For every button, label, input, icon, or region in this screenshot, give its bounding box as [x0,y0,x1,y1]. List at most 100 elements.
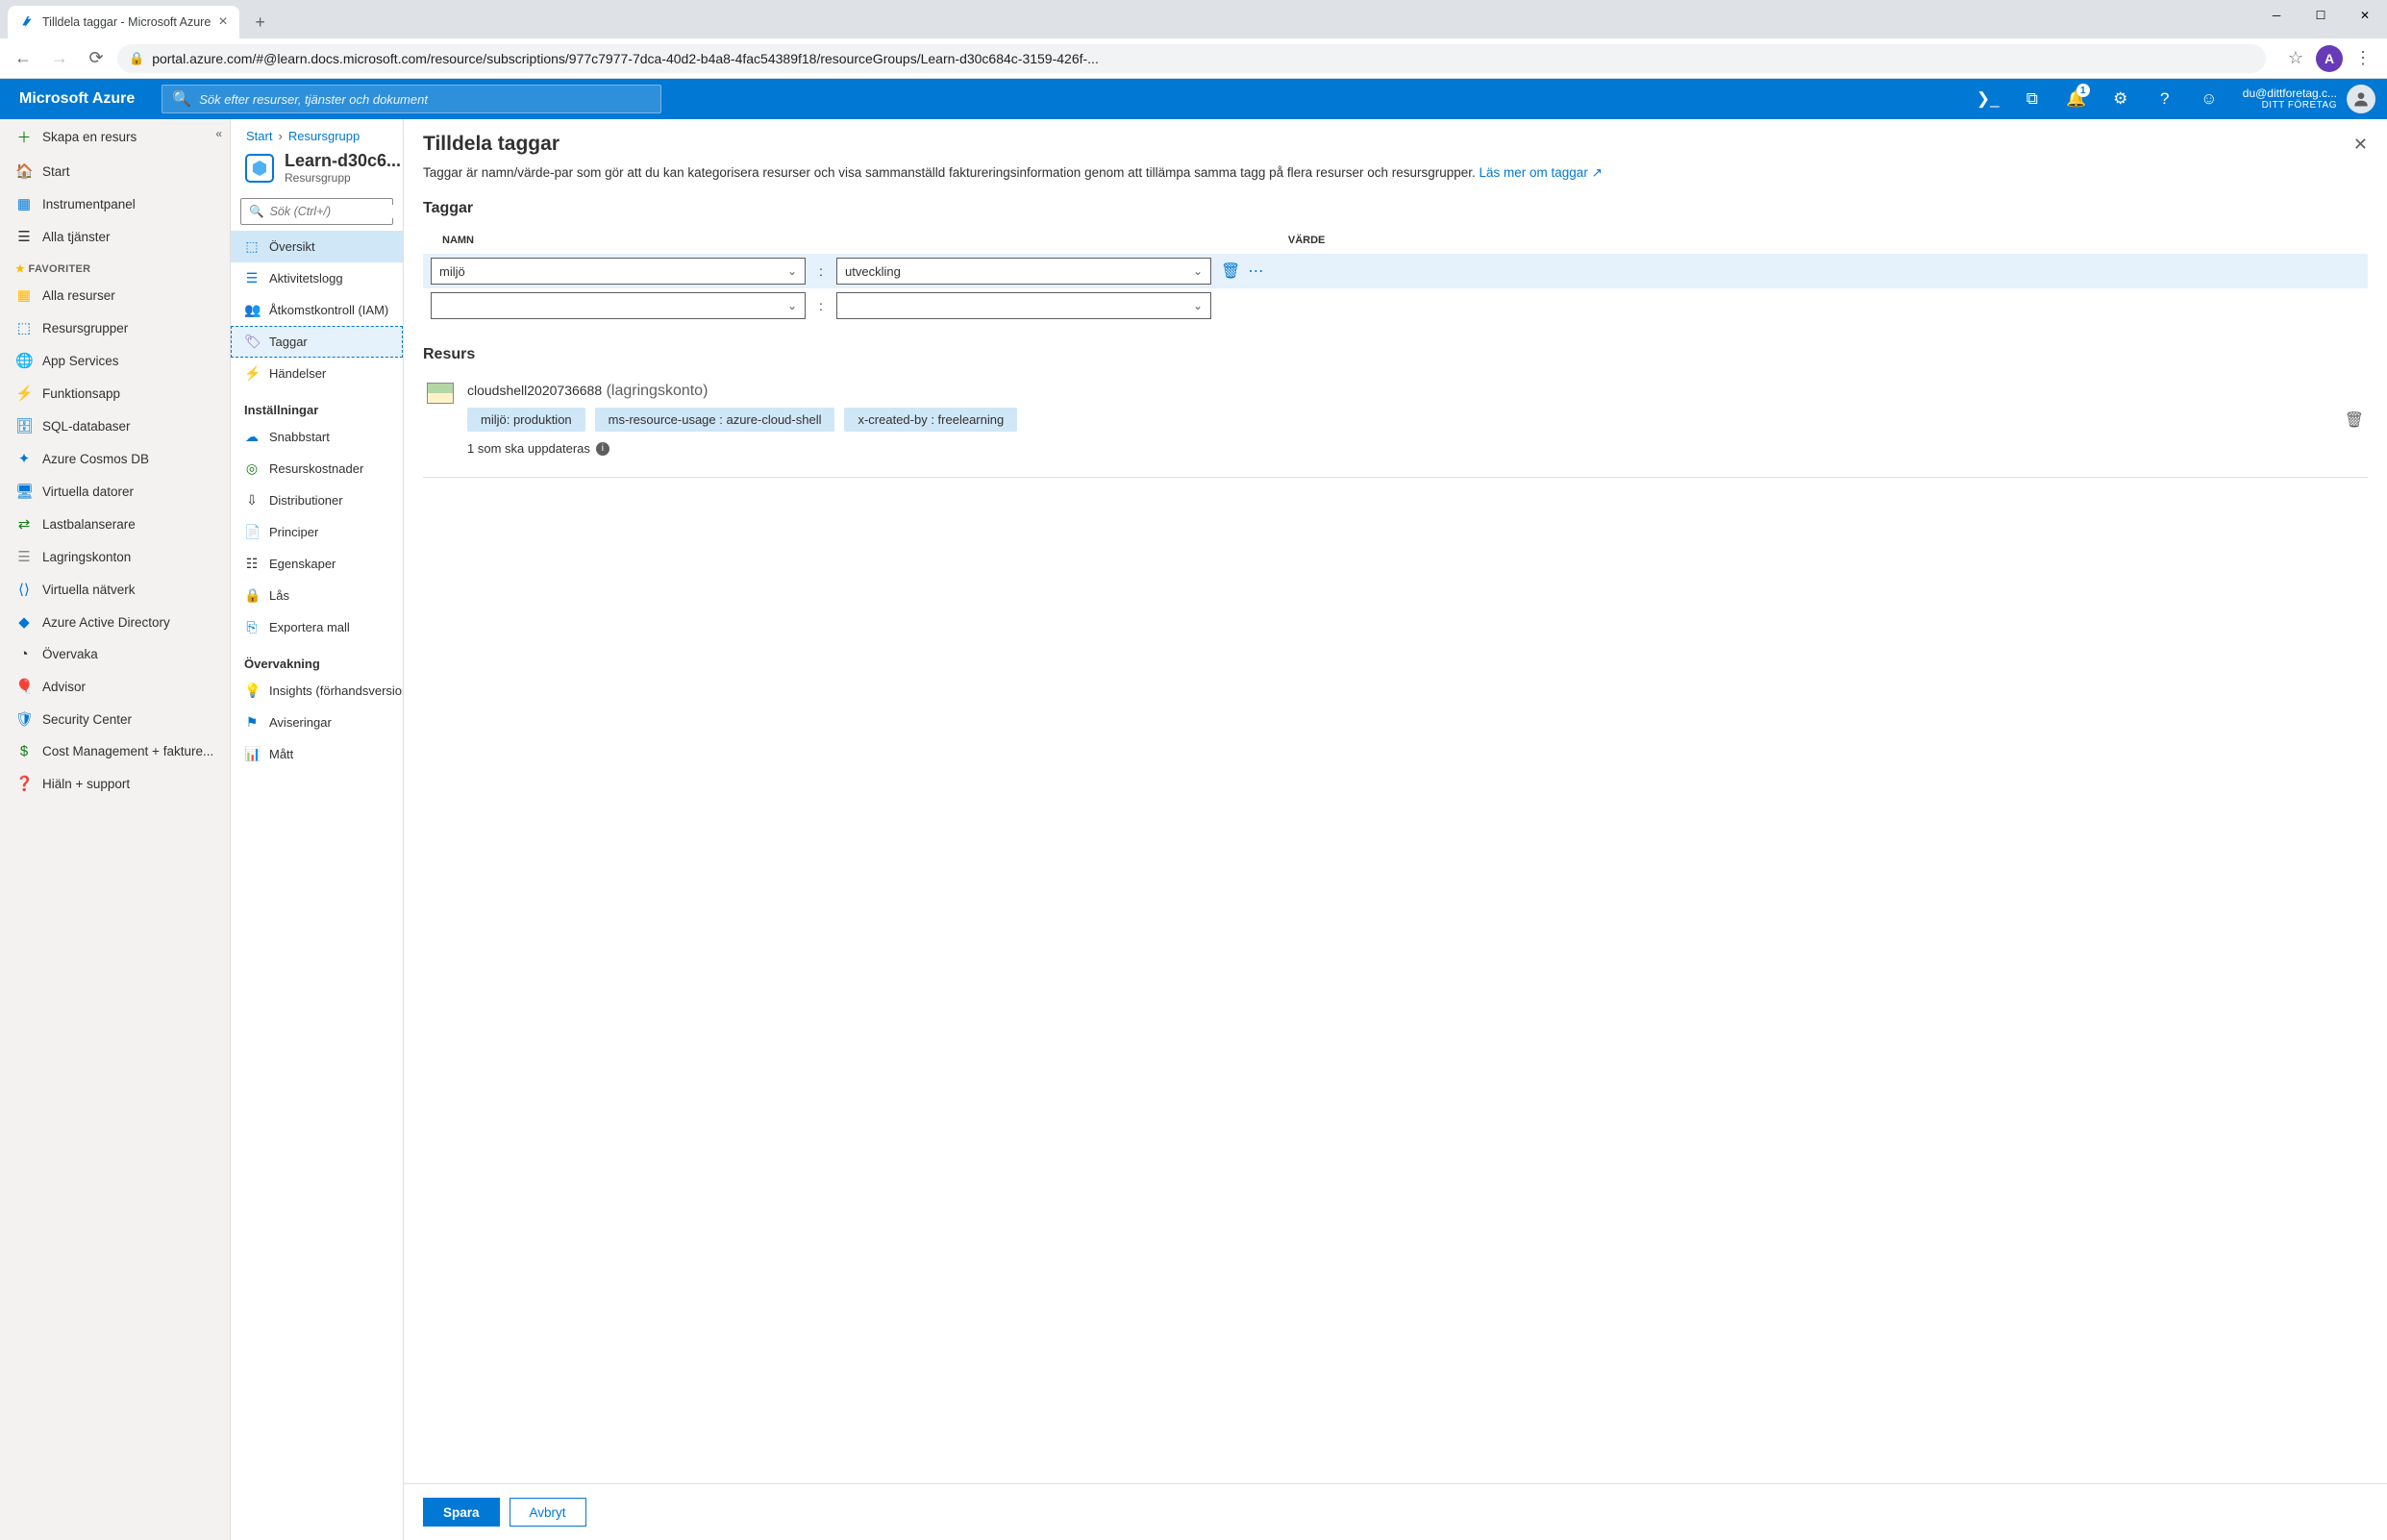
tab-close-icon[interactable]: × [218,13,227,31]
nav-virtual-networks[interactable]: ⟨⟩Virtuella nätverk [0,573,230,606]
remove-resource-icon[interactable]: 🗑 [2345,410,2364,430]
nav-monitor[interactable]: ◔Övervaka [0,638,230,670]
resource-menu-search-input[interactable] [270,205,404,218]
resource-menu-search[interactable]: 🔍 [240,198,393,225]
nav-home[interactable]: 🏠Start [0,155,230,187]
url-text: portal.azure.com/#@learn.docs.microsoft.… [152,51,1099,66]
breadcrumb-resourcegroup[interactable]: Resursgrupp [288,129,360,143]
tab-strip: Tilldela taggar - Microsoft Azure × + ─ … [0,0,2387,38]
menu-properties[interactable]: ☷Egenskaper [231,548,403,580]
chevron-down-icon: ⌄ [1193,299,1203,312]
browser-menu-icon[interactable]: ⋮ [2347,42,2379,75]
profile-avatar[interactable]: A [2316,45,2343,72]
account-menu[interactable]: du@dittforetag.c... DITT FÖRETAG [2231,79,2387,119]
nav-reload-button[interactable]: ⟳ [81,43,112,74]
nav-storage-accounts[interactable]: ☰Lagringskonton [0,540,230,573]
help-icon[interactable]: ? [2143,79,2187,119]
nav-back-button[interactable]: ← [8,43,38,74]
section-settings: Inställningar [231,389,403,421]
favorites-heading: ★ FAVORITER [0,253,230,279]
breadcrumb-start[interactable]: Start [246,129,272,143]
tag-name-combo[interactable]: miljö⌄ [431,258,806,285]
nav-dashboard[interactable]: ▦Instrumentpanel [0,187,230,220]
dashboard-icon: ▦ [15,195,33,212]
menu-locks[interactable]: 🔒Lås [231,580,403,611]
tag-name-combo-empty[interactable]: ⌄ [431,292,806,319]
nav-sql-databases[interactable]: 🗄SQL-databaser [0,410,230,442]
blade-title: Tilldela taggar [423,133,559,156]
cloud-shell-icon[interactable]: ❯_ [1966,79,2010,119]
menu-quickstart[interactable]: ☁Snabbstart [231,421,403,453]
tag-colon: : [815,263,827,279]
menu-activity-log[interactable]: ☰Aktivitetslogg [231,262,403,294]
nav-security-center[interactable]: 🛡Security Center [0,703,230,735]
nav-cost-management[interactable]: $Cost Management + fakture... [0,735,230,767]
tag-value-combo[interactable]: utveckling⌄ [836,258,1211,285]
bookmark-star-icon[interactable]: ☆ [2279,42,2312,75]
account-avatar-icon [2347,85,2375,113]
window-maximize-button[interactable]: ☐ [2299,0,2343,31]
menu-overview[interactable]: ⬚Översikt [231,231,403,262]
nav-advisor[interactable]: 🎈Advisor [0,670,230,703]
delete-tag-icon[interactable]: 🗑 [1221,261,1240,281]
learn-more-link[interactable]: Läs mer om taggar ↗ [1479,165,1603,180]
nav-virtual-machines[interactable]: 🖥Virtuella datorer [0,475,230,508]
nav-all-services[interactable]: ☰Alla tjänster [0,220,230,253]
nav-azure-ad[interactable]: ◆Azure Active Directory [0,606,230,638]
feedback-smiley-icon[interactable]: ☺ [2187,79,2231,119]
address-bar[interactable]: 🔒 portal.azure.com/#@learn.docs.microsof… [117,44,2266,73]
nav-function-app[interactable]: ⚡Funktionsapp [0,377,230,410]
bulb-icon: 💡 [244,683,260,699]
menu-alerts[interactable]: ⚑Aviseringar [231,707,403,738]
menu-resource-costs[interactable]: ◎Resurskostnader [231,453,403,484]
directory-filter-icon[interactable]: ⧉ [2010,79,2054,119]
menu-deployments[interactable]: ⇩Distributioner [231,484,403,516]
menu-access-control[interactable]: 👥Åtkomstkontroll (IAM) [231,294,403,326]
cosmos-icon: ✦ [15,450,33,467]
cancel-button[interactable]: Avbryt [510,1498,586,1527]
menu-insights[interactable]: 💡Insights (förhandsversion) [231,675,403,707]
nav-help-support[interactable]: ❓Hiäln + support [0,767,230,800]
tag-value-combo-empty[interactable]: ⌄ [836,292,1211,319]
nav-forward-button[interactable]: → [44,43,75,74]
window-minimize-button[interactable]: ─ [2254,0,2299,31]
resource-type: (lagringskonto) [607,383,709,399]
nav-resource-groups[interactable]: ⬚Resursgrupper [0,311,230,344]
lock-icon: 🔒 [244,587,260,604]
info-icon[interactable]: i [596,442,609,456]
nav-app-services[interactable]: 🌐App Services [0,344,230,377]
collapse-nav-icon[interactable]: « [215,127,222,140]
azure-search[interactable]: 🔍 [162,85,661,113]
blade-close-button[interactable]: ✕ [2353,135,2368,155]
menu-events[interactable]: ⚡Händelser [231,358,403,389]
chevron-right-icon: › [278,129,282,143]
settings-gear-icon[interactable]: ⚙ [2099,79,2143,119]
nav-create-resource[interactable]: ＋Skapa en resurs [0,119,230,155]
tag-chip[interactable]: miljö: produktion [467,408,585,432]
nav-load-balancers[interactable]: ⇄Lastbalanserare [0,508,230,540]
azure-brand[interactable]: Microsoft Azure [0,90,154,108]
nav-cosmos-db[interactable]: ✦Azure Cosmos DB [0,442,230,475]
section-monitoring: Övervakning [231,643,403,675]
menu-export-template[interactable]: ⎘Exportera mall [231,611,403,643]
cube-icon: ⬚ [244,238,260,255]
nav-all-resources[interactable]: ▦Alla resurser [0,279,230,311]
window-close-button[interactable]: ✕ [2343,0,2387,31]
log-icon: ☰ [244,270,260,286]
notifications-icon[interactable]: 🔔1 [2054,79,2099,119]
vm-icon: 🖥 [15,483,33,500]
tag-chip[interactable]: x-created-by : freelearning [844,408,1017,432]
browser-tab[interactable]: Tilldela taggar - Microsoft Azure × [8,6,239,38]
azure-search-input[interactable] [199,92,651,107]
tag-chip[interactable]: ms-resource-usage : azure-cloud-shell [595,408,835,432]
save-button[interactable]: Spara [423,1498,500,1527]
new-tab-button[interactable]: + [247,9,274,36]
menu-metrics[interactable]: 📊Mått [231,738,403,770]
column-name: NAMN [423,235,1259,246]
storage-icon: ☰ [15,548,33,565]
resource-name: cloudshell2020736688 [467,383,602,398]
more-actions-icon[interactable]: ⋯ [1248,261,1263,281]
menu-policies[interactable]: 📄Principer [231,516,403,548]
menu-tags[interactable]: 🏷Taggar [231,326,403,358]
export-icon: ⎘ [244,619,260,635]
